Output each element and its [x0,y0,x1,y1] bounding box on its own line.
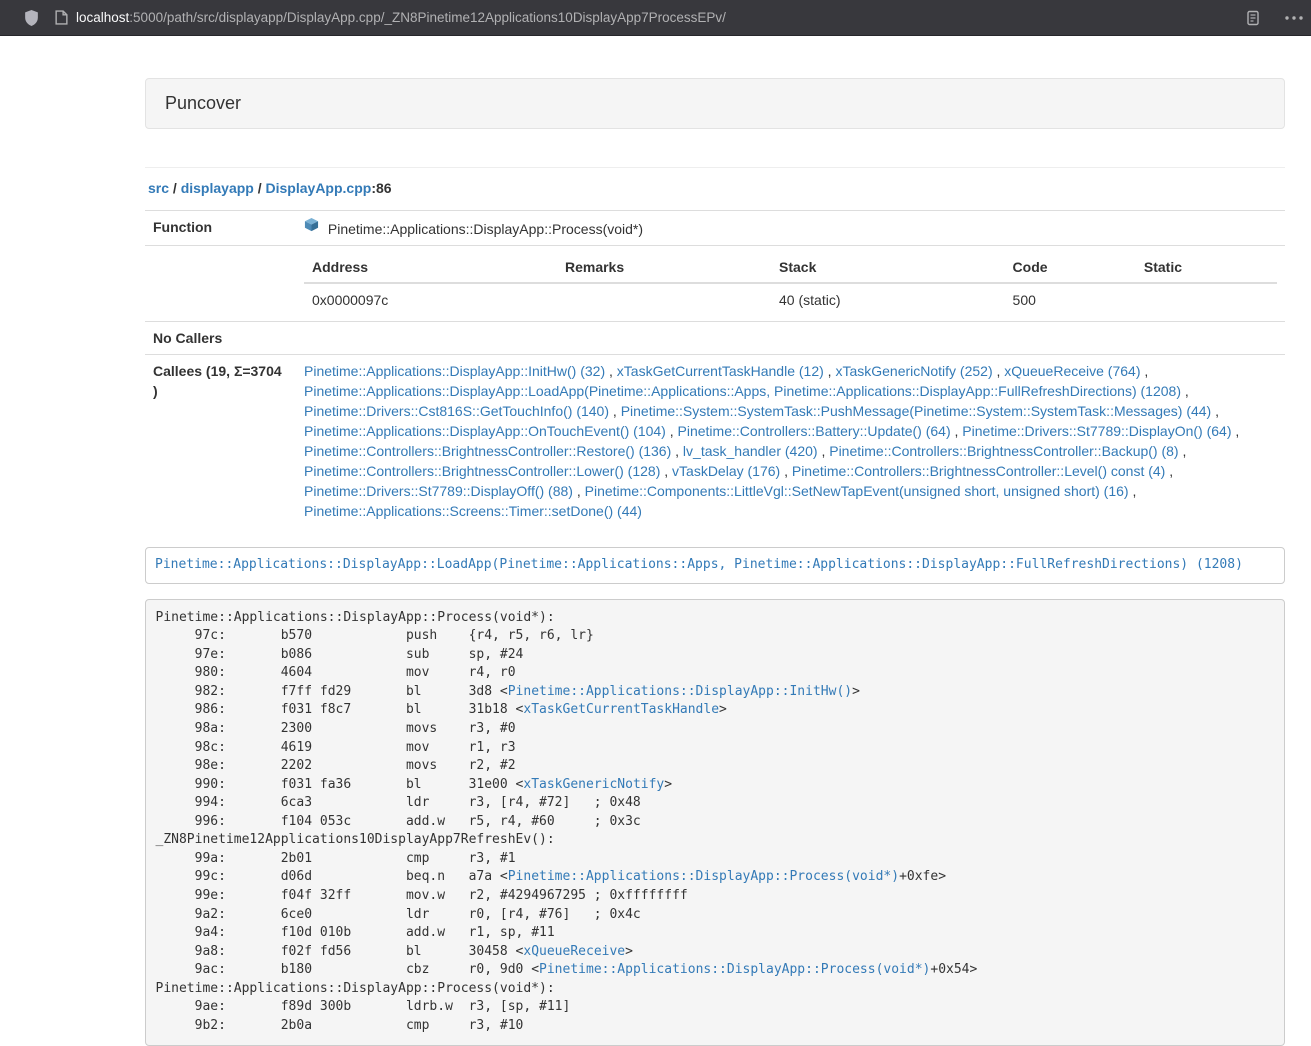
col-header-stack: Stack [771,252,1005,283]
url-bar[interactable]: localhost:5000/path/src/displayapp/Displ… [76,0,726,35]
callee-link[interactable]: Pinetime::Controllers::BrightnessControl… [792,463,1165,479]
metrics-row: Address Remarks Stack Code Static 0x0000… [145,246,1285,322]
cube-icon [304,219,323,235]
callee-link[interactable]: Pinetime::Controllers::Battery::Update()… [678,423,951,439]
function-table: Function Pinetime::Applications::Display… [145,210,1285,527]
browser-chrome: localhost:5000/path/src/displayapp/Displ… [0,0,1311,36]
code-symbol-link[interactable]: xQueueReceive [523,944,625,959]
shield-icon[interactable] [23,9,40,27]
code-symbol-link[interactable]: xTaskGetCurrentTaskHandle [523,702,719,717]
app-title-banner: Puncover [145,78,1285,129]
callee-link[interactable]: Pinetime::Applications::Screens::Timer::… [304,503,642,519]
function-row: Function Pinetime::Applications::Display… [145,211,1285,246]
callee-link[interactable]: vTaskDelay (176) [672,463,780,479]
stack-value: 40 (static) [771,283,1005,315]
breadcrumb-separator: / [254,180,266,196]
callee-link[interactable]: xTaskGenericNotify (252) [835,363,992,379]
url-path: :5000/path/src/displayapp/DisplayApp.cpp… [129,10,726,25]
three-dots-menu-icon[interactable] [1284,15,1304,21]
reader-mode-icon[interactable] [1245,10,1261,26]
col-header-static: Static [1136,252,1277,283]
col-header-code: Code [1005,252,1136,283]
callee-link[interactable]: Pinetime::Controllers::BrightnessControl… [304,463,660,479]
static-value [1136,283,1277,315]
callee-link[interactable]: Pinetime::System::SystemTask::PushMessag… [621,403,1212,419]
callee-link[interactable]: Pinetime::Drivers::Cst816S::GetTouchInfo… [304,403,609,419]
metrics-header-row: Address Remarks Stack Code Static [304,252,1277,283]
main-content: Puncover src / displayapp / DisplayApp.c… [145,78,1285,1046]
address-value: 0x0000097c [304,283,557,315]
divider [145,167,1285,168]
breadcrumb-line-number: :86 [371,180,391,196]
disassembly-code: Pinetime::Applications::DisplayApp::Proc… [145,599,1285,1046]
no-callers-row: No Callers [145,322,1285,355]
callee-link[interactable]: xQueueReceive (764) [1004,363,1140,379]
callees-list: Pinetime::Applications::DisplayApp::Init… [296,355,1285,528]
url-host: localhost [76,10,129,25]
callees-label: Callees (19, Σ=3704 ) [145,355,296,528]
callee-link[interactable]: Pinetime::Applications::DisplayApp::Load… [304,383,1181,399]
no-callers-label: No Callers [145,322,296,355]
callee-link[interactable]: Pinetime::Applications::DisplayApp::OnTo… [304,423,666,439]
code-value: 500 [1005,283,1136,315]
breadcrumb-link[interactable]: DisplayApp.cpp [266,180,372,196]
callees-row: Callees (19, Σ=3704 ) Pinetime::Applicat… [145,355,1285,528]
code-symbol-link[interactable]: Pinetime::Applications::DisplayApp::Proc… [539,962,930,977]
function-name: Pinetime::Applications::DisplayApp::Proc… [328,221,643,237]
page-title: Puncover [165,93,241,113]
breadcrumb-separator: / [169,180,181,196]
callee-link[interactable]: xTaskGetCurrentTaskHandle (12) [617,363,824,379]
remarks-value [557,283,771,315]
callee-link[interactable]: Pinetime::Controllers::BrightnessControl… [304,443,671,459]
callee-link[interactable]: lv_task_handler (420) [683,443,818,459]
breadcrumb-link[interactable]: displayapp [181,180,254,196]
function-name-cell: Pinetime::Applications::DisplayApp::Proc… [296,211,1285,246]
callee-link[interactable]: Pinetime::Controllers::BrightnessControl… [829,443,1178,459]
breadcrumb-link[interactable]: src [148,180,169,196]
col-header-remarks: Remarks [557,252,771,283]
code-symbol-link[interactable]: Pinetime::Applications::DisplayApp::Proc… [508,869,899,884]
col-header-address: Address [304,252,557,283]
code-symbol-link[interactable]: xTaskGenericNotify [523,777,664,792]
callee-link[interactable]: Pinetime::Drivers::St7789::DisplayOff() … [304,483,573,499]
highlighted-symbol-box: Pinetime::Applications::DisplayApp::Load… [145,547,1285,584]
page-icon[interactable] [55,10,68,25]
callee-link[interactable]: Pinetime::Drivers::St7789::DisplayOn() (… [962,423,1231,439]
breadcrumb: src / displayapp / DisplayApp.cpp:86 [148,178,1285,198]
metrics-value-row: 0x0000097c 40 (static) 500 [304,283,1277,315]
code-symbol-link[interactable]: Pinetime::Applications::DisplayApp::Init… [508,684,852,699]
callee-link[interactable]: Pinetime::Components::LittleVgl::SetNewT… [585,483,1129,499]
callee-link[interactable]: Pinetime::Applications::DisplayApp::Init… [304,363,605,379]
function-label: Function [145,211,296,246]
metrics-table: Address Remarks Stack Code Static 0x0000… [304,252,1277,315]
highlighted-symbol-link[interactable]: Pinetime::Applications::DisplayApp::Load… [155,557,1243,572]
